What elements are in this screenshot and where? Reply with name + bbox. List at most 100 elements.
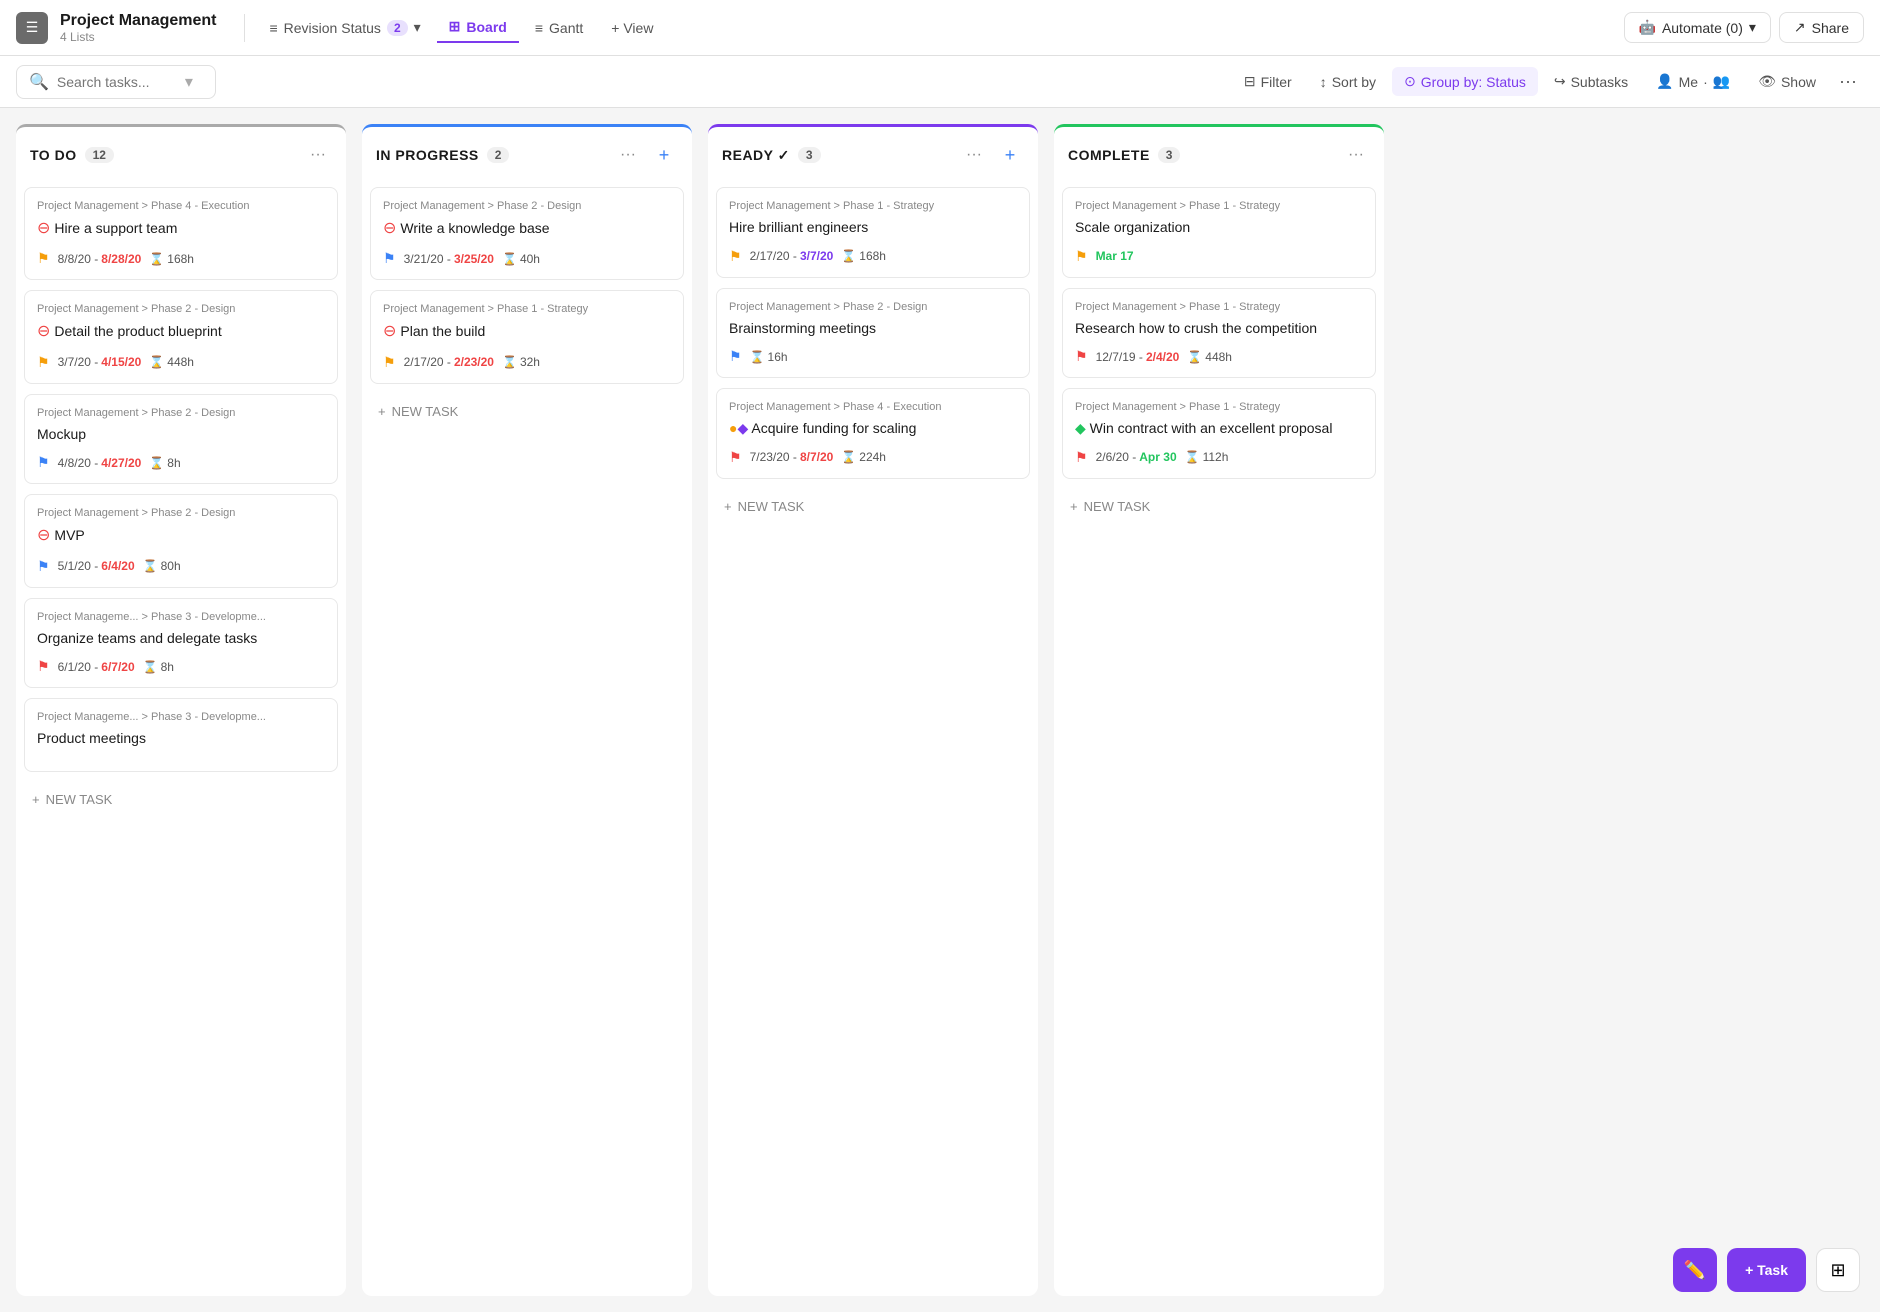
col-title: TO DO xyxy=(30,147,77,163)
card-title: Organize teams and delegate tasks xyxy=(37,629,325,649)
date-start: 7/23/20 - xyxy=(750,450,797,464)
show-button[interactable]: 👁 Show xyxy=(1746,67,1828,96)
share-button[interactable]: ↗ Share xyxy=(1779,12,1864,43)
date-range: 3/21/20 - 3/25/20 xyxy=(404,252,494,266)
date-end: 8/7/20 xyxy=(800,450,833,464)
card-title: Brainstorming meetings xyxy=(729,319,1017,339)
date-end: 2/23/20 xyxy=(454,355,494,369)
divider xyxy=(244,14,245,42)
hours: ⌛ 224h xyxy=(841,450,886,464)
col-header-complete: COMPLETE3··· xyxy=(1054,127,1384,179)
col-body-inprogress: Project Management > Phase 2 - Design⊖Wr… xyxy=(362,179,692,1296)
hourglass-icon: ⌛ xyxy=(143,559,158,573)
card-title: ◆ Win contract with an excellent proposa… xyxy=(1075,419,1363,439)
grid-view-button[interactable]: ⊞ xyxy=(1816,1248,1860,1292)
hours: ⌛ 8h xyxy=(143,660,174,674)
card-meta: ⚑Mar 17 xyxy=(1075,248,1363,265)
more-options-button[interactable]: ··· xyxy=(1832,66,1864,98)
user-icon: 👤 xyxy=(1656,73,1673,90)
column-inprogress: IN PROGRESS2···+Project Management > Pha… xyxy=(362,124,692,1296)
revision-status-nav[interactable]: ≡ Revision Status 2 ▾ xyxy=(257,13,432,42)
task-card[interactable]: Project Management > Phase 1 - StrategyH… xyxy=(716,187,1030,278)
project-info: Project Management 4 Lists xyxy=(60,12,216,44)
date-start: 3/7/20 - xyxy=(58,355,99,369)
col-count: 12 xyxy=(85,147,114,163)
task-card[interactable]: Project Management > Phase 4 - Execution… xyxy=(24,187,338,280)
card-meta: ⚑5/1/20 - 6/4/20⌛ 80h xyxy=(37,558,325,575)
plus-icon: + xyxy=(32,792,40,807)
gantt-icon: ≡ xyxy=(535,20,543,36)
task-card[interactable]: Project Management > Phase 1 - StrategyS… xyxy=(1062,187,1376,278)
col-more-button[interactable]: ··· xyxy=(304,141,332,169)
priority-icons: ●◆ xyxy=(729,420,751,436)
subtasks-button[interactable]: ↪ Subtasks xyxy=(1542,67,1640,96)
card-meta: ⚑3/21/20 - 3/25/20⌛ 40h xyxy=(383,250,671,267)
date-start: 4/8/20 - xyxy=(58,456,99,470)
col-add-button[interactable]: + xyxy=(650,141,678,169)
task-card[interactable]: Project Manageme... > Phase 3 - Developm… xyxy=(24,598,338,689)
board-nav[interactable]: ⊞ Board xyxy=(437,12,519,43)
me-button[interactable]: 👤 Me · 👥 xyxy=(1644,67,1742,96)
task-card[interactable]: Project Management > Phase 1 - StrategyR… xyxy=(1062,288,1376,379)
new-task-button[interactable]: + NEW TASK xyxy=(24,782,338,817)
card-meta: ⚑7/23/20 - 8/7/20⌛ 224h xyxy=(729,449,1017,466)
top-nav: ≡ Revision Status 2 ▾ ⊞ Board ≡ Gantt + … xyxy=(257,12,665,43)
task-card[interactable]: Project Management > Phase 1 - Strategy⊖… xyxy=(370,290,684,383)
date-range: 3/7/20 - 4/15/20 xyxy=(58,355,142,369)
card-meta: ⚑3/7/20 - 4/15/20⌛ 448h xyxy=(37,354,325,371)
sortby-button[interactable]: ↕ Sort by xyxy=(1308,68,1388,96)
task-card[interactable]: Project Management > Phase 4 - Execution… xyxy=(716,388,1030,479)
search-input[interactable] xyxy=(57,74,177,90)
task-card[interactable]: Project Management > Phase 2 - Design⊖Wr… xyxy=(370,187,684,280)
search-box[interactable]: 🔍 ▾ xyxy=(16,65,216,99)
diamond-icon: ◆ xyxy=(737,420,748,436)
flag-icon: ⚑ xyxy=(1075,449,1088,466)
new-task-button[interactable]: + NEW TASK xyxy=(716,489,1030,524)
gantt-nav[interactable]: ≡ Gantt xyxy=(523,14,595,42)
col-header-todo: TO DO 12 ··· xyxy=(16,127,346,179)
flag-icon: ⚑ xyxy=(37,658,50,675)
date-end: Apr 30 xyxy=(1139,450,1176,464)
task-card[interactable]: Project Management > Phase 2 - Design Bra… xyxy=(716,288,1030,379)
col-more-button[interactable]: ··· xyxy=(1342,141,1370,169)
edit-button[interactable]: ✏️ xyxy=(1673,1248,1717,1292)
task-card[interactable]: Project Management > Phase 2 - DesignMoc… xyxy=(24,394,338,485)
priority-urgent-icon: ⊖ xyxy=(383,321,396,343)
share-icon: ↗ xyxy=(1794,19,1806,36)
col-more-button[interactable]: ··· xyxy=(960,141,988,169)
view-nav[interactable]: + View xyxy=(599,14,665,42)
card-path: Project Management > Phase 2 - Design xyxy=(37,303,325,315)
filter-button[interactable]: ⊟ Filter xyxy=(1232,67,1304,96)
list-icon: ≡ xyxy=(269,20,277,36)
chevron-down-icon: ▾ xyxy=(1749,19,1756,36)
automate-button[interactable]: 🤖 Automate (0) ▾ xyxy=(1624,12,1771,43)
col-add-button[interactable]: + xyxy=(996,141,1024,169)
new-task-button[interactable]: + NEW TASK xyxy=(1062,489,1376,524)
task-card[interactable]: Project Management > Phase 2 - Design⊖De… xyxy=(24,290,338,383)
date-end: 3/7/20 xyxy=(800,249,833,263)
add-task-button[interactable]: + Task xyxy=(1727,1248,1806,1292)
card-path: Project Management > Phase 1 - Strategy xyxy=(1075,301,1363,313)
card-title: Scale organization xyxy=(1075,218,1363,238)
hours: ⌛ 448h xyxy=(149,355,194,369)
date-range: 2/17/20 - 3/7/20 xyxy=(750,249,834,263)
hours: ⌛ 16h xyxy=(750,350,788,364)
board-icon: ⊞ xyxy=(449,18,461,35)
date-start: 6/1/20 - xyxy=(58,660,99,674)
groupby-button[interactable]: ⊙ Group by: Status xyxy=(1392,67,1538,96)
date-start: 12/7/19 - xyxy=(1096,350,1143,364)
hourglass-icon: ⌛ xyxy=(149,252,164,266)
task-card[interactable]: Project Management > Phase 2 - Design⊖MV… xyxy=(24,494,338,587)
card-path: Project Management > Phase 2 - Design xyxy=(729,301,1017,313)
date-end: Mar 17 xyxy=(1096,249,1134,263)
card-path: Project Management > Phase 4 - Execution xyxy=(729,401,1017,413)
hourglass-icon: ⌛ xyxy=(841,249,856,263)
app-icon: ☰ xyxy=(16,12,48,44)
date-end: 6/4/20 xyxy=(101,559,134,573)
col-more-button[interactable]: ··· xyxy=(614,141,642,169)
task-card[interactable]: Project Management > Phase 1 - Strategy◆… xyxy=(1062,388,1376,479)
eye-icon: 👁 xyxy=(1758,73,1776,90)
new-task-button[interactable]: + NEW TASK xyxy=(370,394,684,429)
top-bar: ☰ Project Management 4 Lists ≡ Revision … xyxy=(0,0,1880,56)
task-card[interactable]: Project Manageme... > Phase 3 - Developm… xyxy=(24,698,338,772)
